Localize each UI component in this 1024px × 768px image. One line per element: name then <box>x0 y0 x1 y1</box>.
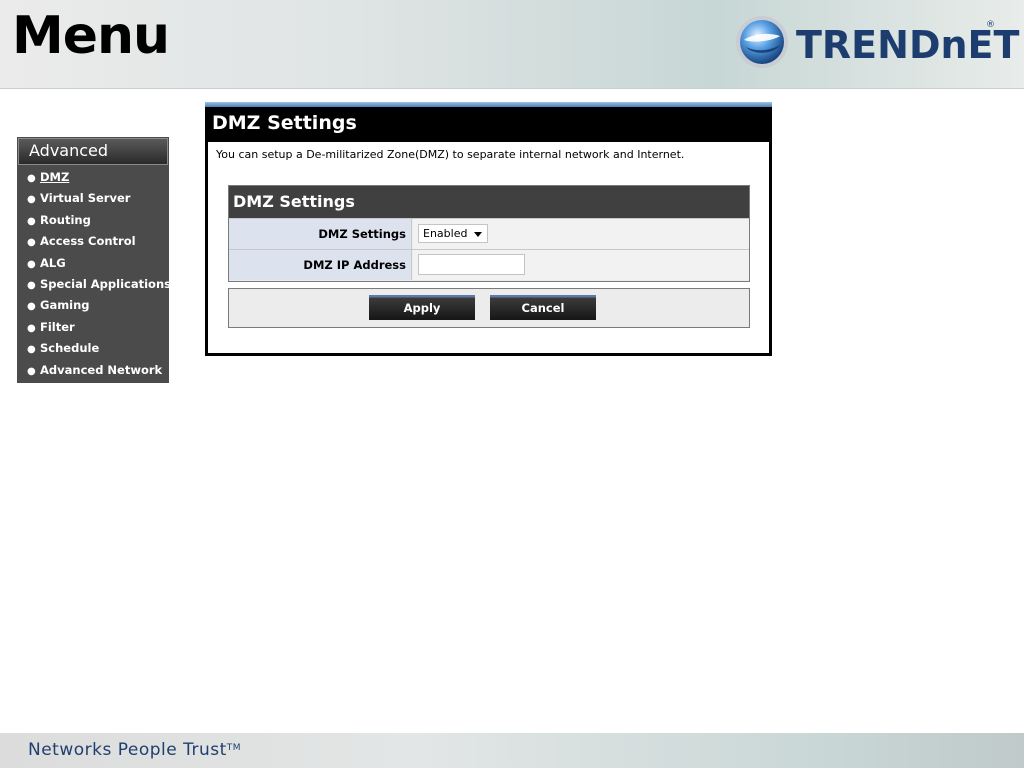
sidebar-item-special-applications[interactable]: ● Special Applications <box>17 274 171 295</box>
panel-accent-bar <box>205 102 772 107</box>
tagline-text: Networks People Trust <box>28 740 227 760</box>
sidebar-item-alg[interactable]: ● ALG <box>17 253 169 274</box>
bullet-icon: ● <box>27 194 36 206</box>
dmz-ip-value-cell <box>413 250 749 280</box>
sidebar-item-label: Routing <box>40 212 91 227</box>
panel-description: You can setup a De-militarized Zone(DMZ)… <box>216 148 685 161</box>
cancel-button[interactable]: Cancel <box>490 295 596 320</box>
footer-tagline: Networks People TrustTM <box>28 738 241 762</box>
bullet-icon: ● <box>27 173 36 184</box>
sidebar-title: Advanced <box>18 138 168 165</box>
sidebar-item-label: ALG <box>40 255 66 270</box>
dmz-panel: DMZ Settings You can setup a De-militari… <box>205 102 772 356</box>
sidebar-item-label: Schedule <box>40 341 100 356</box>
header-band: Menu TRENDnET ® <box>0 0 1024 89</box>
sidebar-item-label: Filter <box>40 319 75 334</box>
dmz-settings-value-cell: Enabled <box>413 219 749 249</box>
sidebar-item-label: Virtual Server <box>40 191 131 206</box>
panel-body: You can setup a De-militarized Zone(DMZ)… <box>208 142 769 353</box>
sidebar-item-dmz[interactable]: ● DMZ <box>17 167 169 188</box>
bullet-icon: ● <box>27 279 36 291</box>
footer-band: Networks People TrustTM <box>0 733 1024 768</box>
sidebar-item-label: Gaming <box>40 298 90 313</box>
sidebar-item-virtual-server[interactable]: ● Virtual Server <box>17 188 169 209</box>
dmz-ip-input[interactable] <box>418 254 525 275</box>
sidebar-item-filter[interactable]: ● Filter <box>17 317 169 338</box>
page-title: Menu <box>12 6 170 66</box>
button-bar: Apply Cancel <box>228 288 750 328</box>
dmz-settings-label: DMZ Settings <box>229 219 412 249</box>
apply-button[interactable]: Apply <box>369 295 475 320</box>
sidebar-item-label: Advanced Network <box>40 362 163 377</box>
bullet-icon: ● <box>27 301 36 313</box>
dropdown-arrow-icon <box>474 232 482 237</box>
sidebar-item-access-control[interactable]: ● Access Control <box>17 231 169 252</box>
trendnet-logo: TRENDnET ® <box>734 14 1019 72</box>
panel-title: DMZ Settings <box>212 112 357 134</box>
sidebar-item-label: Access Control <box>40 234 136 249</box>
sidebar-menu: ● DMZ ● Virtual Server ● Routing ● Access Co… <box>17 165 171 381</box>
sidebar-item-label: DMZ <box>40 170 70 184</box>
bullet-icon: ● <box>27 365 36 377</box>
bullet-icon: ● <box>27 258 36 270</box>
dmz-ip-label: DMZ IP Address <box>229 250 412 280</box>
sidebar-item-gaming[interactable]: ● Gaming <box>17 295 169 316</box>
bullet-icon: ● <box>27 344 36 356</box>
sidebar: Advanced ● DMZ ● Virtual Server ● Routing ●… <box>17 137 171 383</box>
bullet-icon: ● <box>27 215 36 227</box>
registered-mark: ® <box>986 20 995 30</box>
section-title: DMZ Settings <box>229 186 749 218</box>
trademark-mark: TM <box>226 743 242 753</box>
dmz-settings-selected: Enabled <box>423 227 468 240</box>
sidebar-item-routing[interactable]: ● Routing <box>17 210 169 231</box>
sidebar-item-schedule[interactable]: ● Schedule <box>17 338 169 359</box>
dmz-settings-select[interactable]: Enabled <box>418 224 488 243</box>
sidebar-item-advanced-network[interactable]: ● Advanced Network <box>17 360 169 381</box>
dmz-settings-row: DMZ Settings Enabled <box>229 218 749 249</box>
dmz-settings-section: DMZ Settings DMZ Settings Enabled DMZ IP… <box>228 185 750 282</box>
bullet-icon: ● <box>27 237 36 249</box>
dmz-ip-row: DMZ IP Address <box>229 249 749 280</box>
bullet-icon: ● <box>27 322 36 334</box>
globe-icon <box>736 16 788 68</box>
sidebar-item-label: Special Applications <box>40 276 171 291</box>
